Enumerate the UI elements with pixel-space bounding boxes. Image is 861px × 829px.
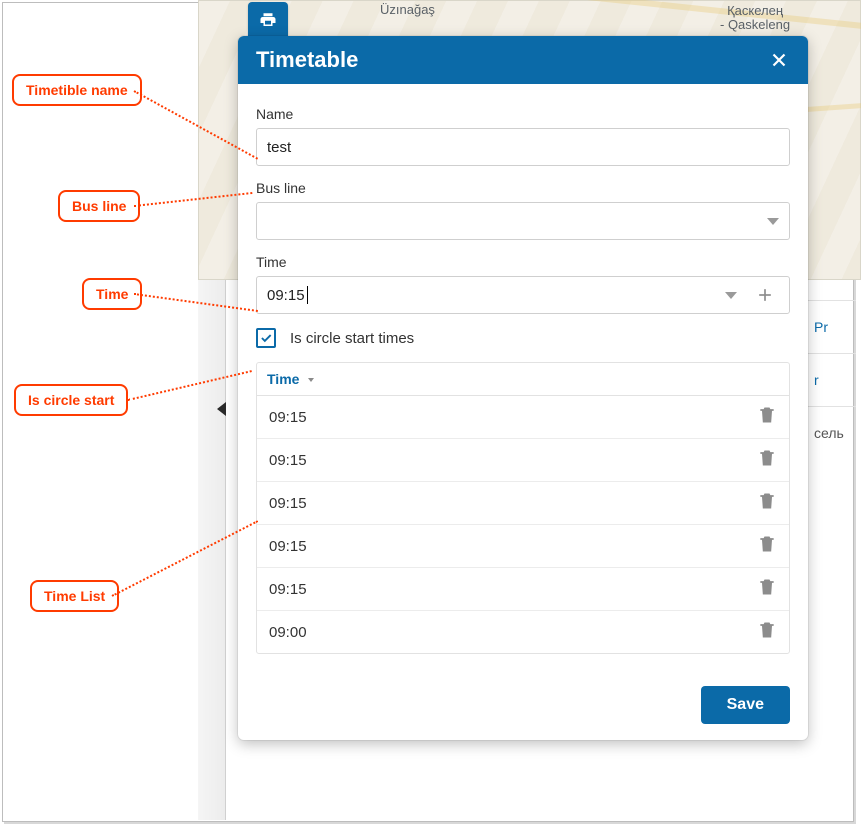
plus-icon <box>755 285 775 305</box>
name-label: Name <box>256 106 790 122</box>
trash-icon <box>757 619 777 641</box>
timetable-modal: Timetable Name Bus line Time 09:15 <box>238 36 808 740</box>
trash-icon <box>757 576 777 598</box>
delete-row-button[interactable] <box>757 533 777 559</box>
add-time-button[interactable] <box>751 281 779 309</box>
map-label: Қаскелең - Qaskeleng <box>720 4 790 33</box>
delete-row-button[interactable] <box>757 619 777 645</box>
time-cell: 09:15 <box>269 409 307 426</box>
time-cell: 09:15 <box>269 495 307 512</box>
table-row: 09:15 <box>257 568 789 611</box>
save-button[interactable]: Save <box>701 686 790 724</box>
table-row: 09:15 <box>257 396 789 439</box>
side-peek-item[interactable]: r <box>808 353 856 406</box>
circle-checkbox-label: Is circle start times <box>290 330 414 347</box>
print-button[interactable] <box>248 2 288 38</box>
map-label-line: Қаскелең <box>727 3 783 18</box>
side-peek-item[interactable]: сель <box>808 406 856 459</box>
text-cursor <box>307 286 308 304</box>
time-label: Time <box>256 254 790 270</box>
trash-icon <box>757 404 777 426</box>
delete-row-button[interactable] <box>757 490 777 516</box>
annotation-circle: Is circle start <box>14 384 128 416</box>
time-table: Time 09:15 09:15 09:15 09:15 09:15 09:00 <box>256 362 790 654</box>
circle-checkbox[interactable] <box>256 328 276 348</box>
trash-icon <box>757 447 777 469</box>
busline-select[interactable] <box>256 202 790 240</box>
circle-checkbox-row: Is circle start times <box>256 328 790 348</box>
check-icon <box>259 331 273 345</box>
chevron-down-icon <box>767 218 779 225</box>
side-panel-peek: Pr r сель <box>808 300 856 459</box>
name-input-field[interactable] <box>267 139 779 156</box>
delete-row-button[interactable] <box>757 404 777 430</box>
side-peek-item[interactable]: Pr <box>808 300 856 353</box>
time-input[interactable]: 09:15 <box>256 276 790 314</box>
map-label: Üzınağaş <box>380 2 435 17</box>
trash-icon <box>757 490 777 512</box>
modal-body: Name Bus line Time 09:15 <box>238 84 808 672</box>
time-cell: 09:00 <box>269 624 307 641</box>
annotation-name: Timetible name <box>12 74 142 106</box>
annotation-busline: Bus line <box>58 190 140 222</box>
time-cell: 09:15 <box>269 538 307 555</box>
table-row: 09:15 <box>257 482 789 525</box>
time-cell: 09:15 <box>269 581 307 598</box>
modal-footer: Save <box>238 672 808 740</box>
close-button[interactable] <box>768 49 790 71</box>
time-cell: 09:15 <box>269 452 307 469</box>
table-row: 09:00 <box>257 611 789 653</box>
modal-title: Timetable <box>256 47 358 73</box>
print-icon <box>259 11 277 29</box>
time-table-header[interactable]: Time <box>257 363 789 396</box>
delete-row-button[interactable] <box>757 447 777 473</box>
time-row: 09:15 <box>256 276 790 314</box>
trash-icon <box>757 533 777 555</box>
close-icon <box>768 49 790 71</box>
collapse-caret-icon[interactable] <box>217 402 226 416</box>
time-input-value: 09:15 <box>267 287 305 304</box>
sort-asc-icon <box>305 371 317 387</box>
table-row: 09:15 <box>257 439 789 482</box>
map-label-line: - Qaskeleng <box>720 17 790 32</box>
time-column-header: Time <box>267 371 299 387</box>
annotation-list: Time List <box>30 580 119 612</box>
modal-header: Timetable <box>238 36 808 84</box>
table-row: 09:15 <box>257 525 789 568</box>
chevron-down-icon[interactable] <box>725 292 737 299</box>
name-input[interactable] <box>256 128 790 166</box>
delete-row-button[interactable] <box>757 576 777 602</box>
busline-label: Bus line <box>256 180 790 196</box>
